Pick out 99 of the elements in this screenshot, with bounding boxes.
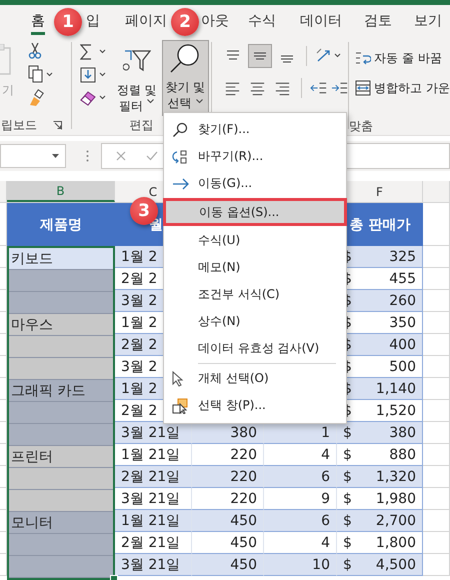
caret-icon (147, 98, 154, 104)
sort-filter-button[interactable]: 정렬 및 필터 (114, 40, 160, 116)
table-cell (423, 334, 450, 356)
align-icon[interactable] (248, 44, 272, 68)
grip-icon (86, 150, 89, 162)
table-cell: 마우스 (9, 314, 113, 336)
table-cell: 모니터 (9, 512, 113, 534)
table-cell: 1 (264, 422, 337, 444)
table-cell (423, 268, 450, 290)
amount-text: 4,500 (376, 556, 416, 572)
amount-text: 1,320 (376, 468, 416, 484)
copy-icon[interactable] (28, 65, 54, 83)
ribbon-tab[interactable]: 보기 (414, 8, 442, 35)
table-cell (423, 378, 450, 400)
selection-pane-icon (172, 398, 190, 414)
table-cell: 3월 21일 (115, 422, 192, 444)
table-cell: 6 (264, 510, 337, 532)
fill-down-icon[interactable] (80, 66, 108, 83)
sort-filter-icon (122, 48, 151, 72)
table-cell: 3월 21일 (115, 554, 192, 576)
decrease-indent-icon[interactable] (310, 81, 328, 95)
table-cell (423, 400, 450, 422)
amount-text: 380 (389, 424, 416, 440)
dialog-launcher-icon[interactable] (53, 121, 62, 130)
ribbon-tab[interactable]: 홈 (31, 8, 45, 35)
amount-text: 1,980 (376, 490, 416, 506)
ribbon-tab[interactable]: 데이터 (300, 8, 342, 35)
amount-text: 350 (389, 314, 416, 330)
ribbon-tab[interactable]: 페이지 (125, 8, 167, 35)
autosum-icon[interactable] (80, 44, 108, 60)
group-label: 편집 (129, 117, 154, 134)
table-cell: 프린터 (9, 446, 113, 468)
merge-center-button[interactable]: 병합하고 가운 (355, 78, 450, 98)
table-cell (423, 466, 450, 488)
ribbon-tab[interactable]: 입 (86, 8, 100, 35)
amount-text: 2,700 (376, 512, 416, 528)
amount-text: 1,140 (376, 380, 416, 396)
group-label: 맞춤 (349, 118, 374, 135)
currency-symbol: $ (343, 512, 352, 528)
table-cell: 6 (264, 466, 337, 488)
currency-symbol: $ (343, 556, 352, 572)
amount-text: 880 (389, 446, 416, 462)
table-cell: 10 (264, 554, 337, 576)
table-cell: 키보드 (9, 248, 113, 270)
eraser-icon[interactable] (80, 90, 108, 106)
currency-symbol: $ (343, 490, 352, 506)
menu-item[interactable]: 바꾸기(R)... (164, 143, 346, 170)
menu-item[interactable]: 이동 옵션(S)... (165, 200, 345, 224)
table-cell: 1월 21일 (115, 510, 192, 532)
currency-symbol: $ (343, 446, 352, 462)
table-cell (423, 246, 450, 268)
currency-symbol: $ (343, 468, 352, 484)
table-cell (423, 290, 450, 312)
cursor-icon (172, 370, 184, 386)
check-icon[interactable] (146, 151, 158, 161)
find-select-button[interactable]: 찾기 및 선택 (162, 40, 209, 116)
table-cell (423, 356, 450, 378)
amount-text: 400 (389, 336, 416, 352)
table-cell (423, 422, 450, 444)
table-cell (423, 488, 450, 510)
ribbon-tab[interactable]: 수식 (248, 8, 276, 35)
table-cell: 2월 21일 (115, 466, 192, 488)
header-cell: 제품명 (7, 203, 115, 246)
group-label: 립보드 (1, 117, 37, 134)
table-cell: 450 (192, 554, 264, 576)
menu-item[interactable]: 찾기(F)... (164, 116, 346, 143)
amount-text: 325 (389, 248, 416, 264)
table-cell: 그래픽 카드 (9, 380, 113, 402)
wrap-text-icon (355, 50, 372, 66)
ribbon-tab[interactable]: 아웃 (201, 8, 229, 35)
increase-indent-icon[interactable] (331, 81, 348, 95)
ribbon-tab[interactable]: 검토 (364, 8, 392, 35)
amount-text: 500 (389, 358, 416, 374)
search-icon (172, 122, 188, 138)
amount-text: 1,520 (376, 402, 416, 418)
scissors-icon[interactable] (28, 43, 42, 59)
table-cell (423, 444, 450, 466)
caret-icon (196, 98, 203, 104)
column-header[interactable]: B (7, 181, 115, 202)
table-cell: 220 (192, 466, 264, 488)
table-cell (423, 554, 450, 576)
amount-text: 260 (389, 292, 416, 308)
replace-icon (172, 148, 188, 164)
amount-text: 455 (389, 270, 416, 286)
merge-center-icon (355, 80, 372, 96)
arrow-right-icon (172, 178, 190, 190)
currency-symbol: $ (343, 424, 352, 440)
amount-text: 1,800 (376, 534, 416, 550)
search-icon (169, 43, 202, 75)
table-cell (423, 312, 450, 334)
table-cell (423, 532, 450, 554)
dropdown-icon (52, 154, 59, 158)
table-cell: 450 (192, 510, 264, 532)
format-painter-icon[interactable] (28, 89, 44, 107)
wrap-text-button[interactable]: 자동 줄 바꿈 (355, 48, 450, 68)
currency-symbol: $ (343, 534, 352, 550)
paste-label: 기 (2, 82, 14, 99)
table-cell: 380 (192, 422, 264, 444)
table-cell (423, 510, 450, 532)
